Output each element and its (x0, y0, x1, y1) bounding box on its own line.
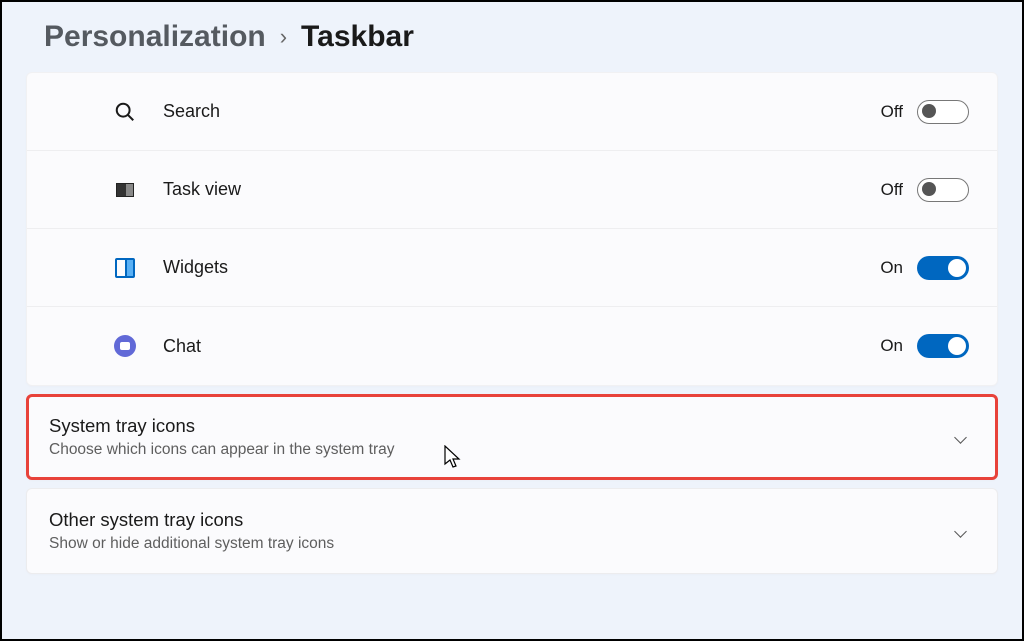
section-subtitle: Show or hide additional system tray icon… (49, 535, 956, 553)
row-label: Search (163, 101, 881, 122)
toggle-taskview[interactable] (917, 178, 969, 202)
toggle-search[interactable] (917, 100, 969, 124)
row-taskview: Task view Off (27, 151, 997, 229)
chat-icon (113, 334, 137, 358)
toggle-state: On (880, 258, 903, 278)
section-other-system-tray-icons[interactable]: Other system tray icons Show or hide add… (26, 488, 998, 574)
row-chat: Chat On (27, 307, 997, 385)
chevron-down-icon (954, 525, 967, 538)
toggle-state: Off (881, 102, 903, 122)
row-search: Search Off (27, 73, 997, 151)
row-label: Chat (163, 336, 880, 357)
chevron-right-icon: › (280, 24, 287, 50)
row-label: Widgets (163, 257, 880, 278)
row-label: Task view (163, 179, 881, 200)
taskview-icon (113, 178, 137, 202)
taskbar-items-card: Search Off Task view Off Widgets On (26, 72, 998, 386)
section-subtitle: Choose which icons can appear in the sys… (49, 441, 956, 459)
section-title: System tray icons (49, 415, 956, 437)
section-system-tray-icons[interactable]: System tray icons Choose which icons can… (26, 394, 998, 480)
chevron-down-icon (954, 431, 967, 444)
breadcrumb-current: Taskbar (301, 20, 414, 54)
row-widgets: Widgets On (27, 229, 997, 307)
toggle-state: On (880, 336, 903, 356)
breadcrumb-parent[interactable]: Personalization (44, 20, 266, 54)
breadcrumb: Personalization › Taskbar (44, 20, 998, 54)
search-icon (113, 100, 137, 124)
widgets-icon (113, 256, 137, 280)
toggle-widgets[interactable] (917, 256, 969, 280)
toggle-state: Off (881, 180, 903, 200)
toggle-chat[interactable] (917, 334, 969, 358)
section-title: Other system tray icons (49, 509, 956, 531)
